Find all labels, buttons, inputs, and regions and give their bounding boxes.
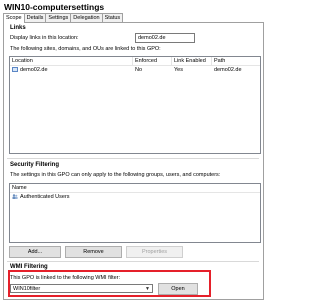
links-list[interactable]: Location Enforced Link Enabled Path demo… [9, 56, 261, 154]
add-button[interactable]: Add... [9, 246, 61, 258]
tab-details[interactable]: Details [23, 13, 47, 22]
display-links-label: Display links in this location: [10, 35, 79, 41]
column-link-enabled[interactable]: Link Enabled [172, 57, 212, 65]
row-link-enabled: Yes [174, 67, 183, 73]
scope-panel: Links Display links in this location: de… [3, 22, 264, 300]
properties-button[interactable]: Properties [126, 246, 183, 258]
tab-scope[interactable]: Scope [3, 13, 25, 23]
links-heading: Links [10, 25, 26, 31]
column-enforced[interactable]: Enforced [133, 57, 172, 65]
section-divider [7, 158, 259, 159]
row-location: demo02.de [20, 67, 48, 73]
location-field[interactable]: demo02.de [135, 33, 195, 43]
remove-button[interactable]: Remove [65, 246, 122, 258]
security-filtering-heading: Security Filtering [10, 162, 60, 168]
row-enforced: No [135, 67, 143, 73]
domain-icon [12, 67, 18, 72]
column-name[interactable]: Name [10, 184, 260, 192]
window-title: WIN10-computersettings [4, 2, 105, 12]
list-item[interactable]: Authenticated Users [10, 193, 260, 201]
tab-settings[interactable]: Settings [45, 13, 72, 22]
list-item-cell: Authenticated Users [12, 193, 70, 201]
tab-status[interactable]: Status [101, 13, 124, 22]
section-divider [7, 261, 259, 262]
links-description: The following sites, domains, and OUs ar… [10, 46, 161, 52]
security-filtering-description: The settings in this GPO can only apply … [10, 172, 221, 178]
column-path[interactable]: Path [212, 57, 260, 65]
row-location-cell: demo02.de [12, 66, 48, 74]
authenticated-users-label: Authenticated Users [20, 194, 70, 200]
tab-strip: Scope Details Settings Delegation Status [3, 13, 124, 23]
tab-delegation[interactable]: Delegation [70, 13, 103, 22]
table-row[interactable]: demo02.de No Yes demo02.de [10, 66, 260, 74]
security-filtering-list[interactable]: Name Authenticated Users [9, 183, 261, 243]
highlight-box [8, 270, 211, 297]
row-path: demo02.de [214, 67, 242, 73]
column-location[interactable]: Location [10, 57, 133, 65]
users-group-icon [12, 194, 18, 199]
